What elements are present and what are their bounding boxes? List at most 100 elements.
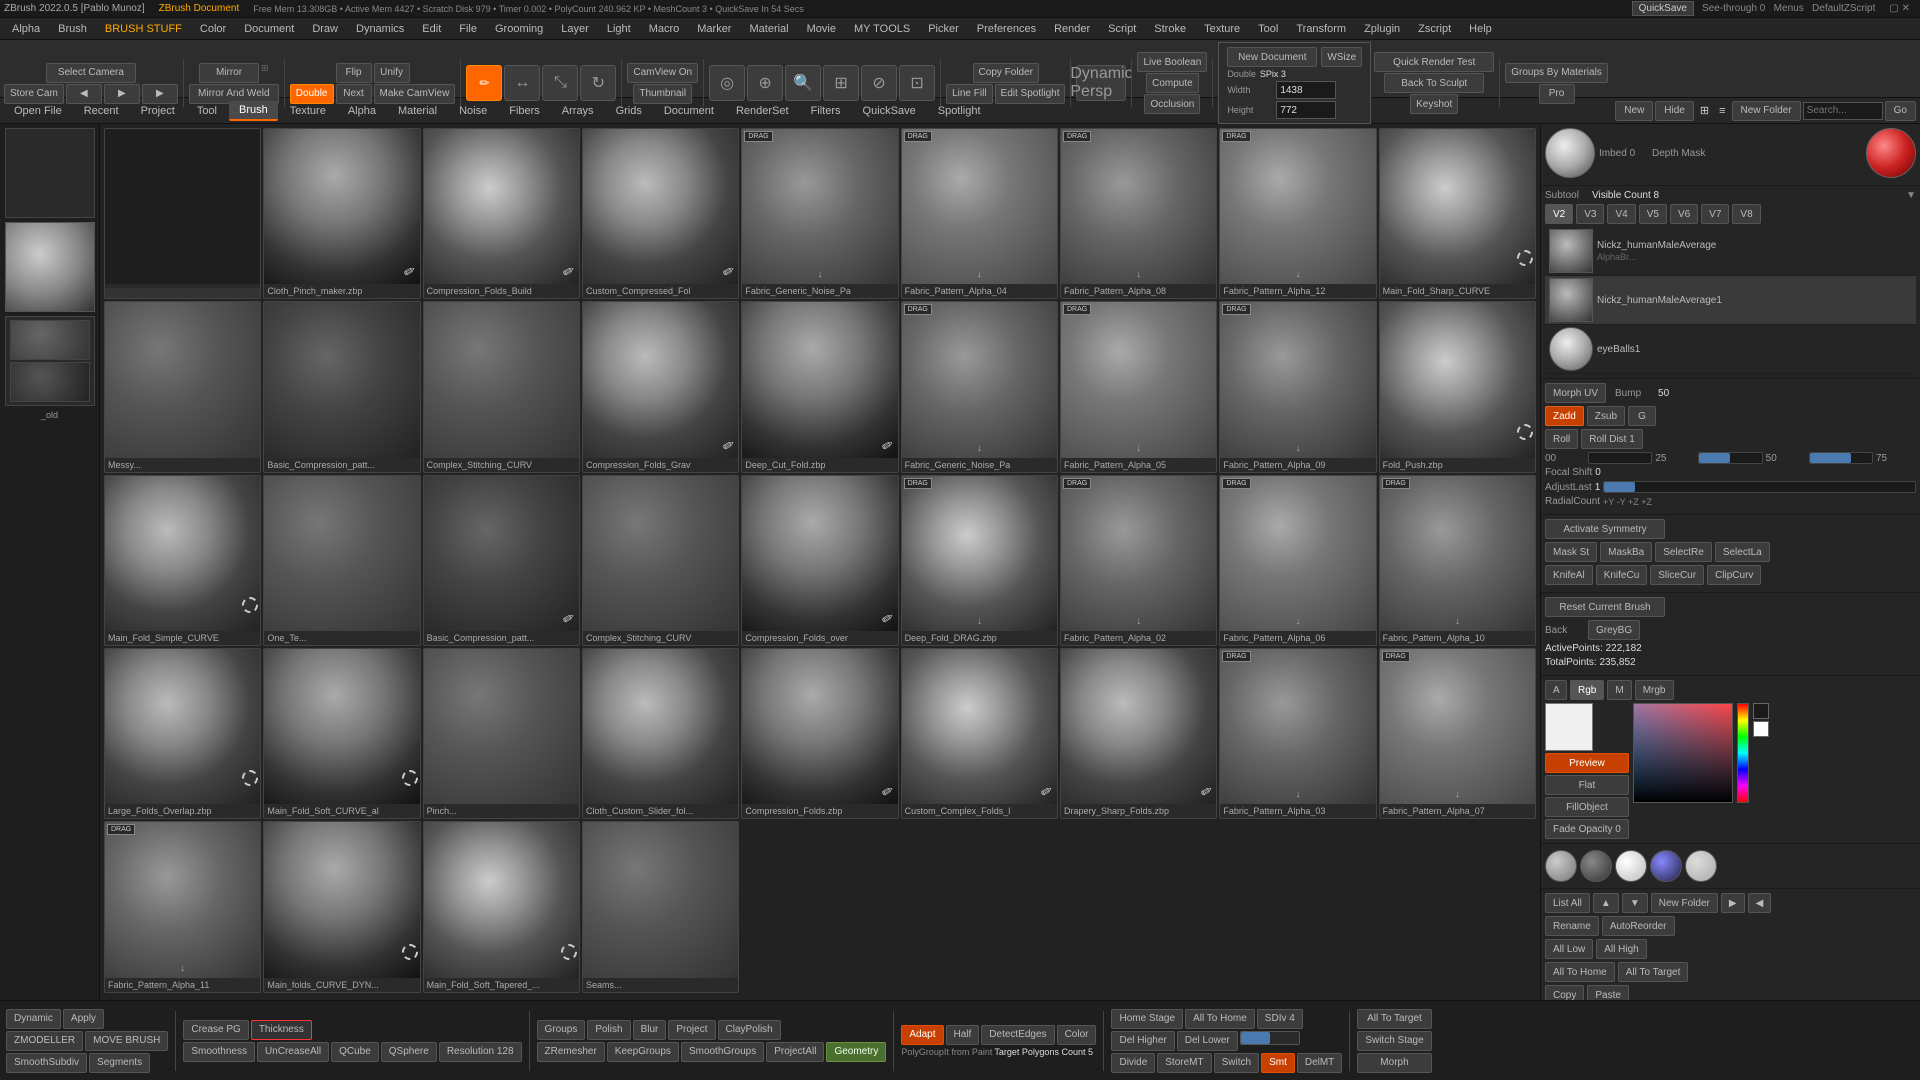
tab-open-file[interactable]: Open File [4,102,72,120]
brush-item-fabric_pattern_alpha_08[interactable]: DRAG↓Fabric_Pattern_Alpha_08 [1060,128,1217,299]
copy-folder-btn[interactable]: Copy Folder [973,63,1039,83]
view-toggle2-btn[interactable]: ≡ [1715,103,1729,119]
menu-preferences[interactable]: Preferences [969,21,1044,37]
selectr-btn[interactable]: SelectRe [1655,542,1712,562]
morph-uv-btn[interactable]: Morph UV [1545,383,1606,403]
zmodeller-btn[interactable]: ZMODELLER [6,1031,83,1051]
brush-item-seams[interactable]: Seams... [582,821,739,992]
brush-item-drapery_sharp[interactable]: ✏Drapery_Sharp_Folds.zbp [1060,648,1217,819]
brush-item-fabric_generic_noise_pa2[interactable]: DRAG↓Fabric_Generic_Noise_Pa [901,301,1058,472]
new-folder-btn[interactable]: New Folder [1651,893,1718,913]
smt-btn[interactable]: Smt [1261,1053,1295,1073]
tab-brush[interactable]: Brush [229,101,278,121]
slider-00[interactable] [1588,452,1652,464]
list-all-btn[interactable]: List All [1545,893,1590,913]
m-btn[interactable]: M [1607,680,1631,700]
brush-item-fabric_pattern_alpha_02[interactable]: DRAG↓Fabric_Pattern_Alpha_02 [1060,475,1217,646]
slicecur-btn[interactable]: SliceCur [1650,565,1704,585]
selectla-btn[interactable]: SelectLa [1715,542,1770,562]
preview-btn[interactable]: Preview [1545,753,1629,773]
arrow-up-btn[interactable]: ▲ [1593,893,1619,913]
menu-draw[interactable]: Draw [304,21,346,37]
next-btn[interactable]: Next [336,84,372,104]
mat-thumb-1[interactable] [1545,850,1577,882]
subtool-item-1[interactable]: Nickz_humanMaleAverage AlphaBr... [1545,227,1916,276]
brush-item-custom_complex_folds[interactable]: ✏Custom_Complex_Folds_l [901,648,1058,819]
qcube-btn[interactable]: QCube [331,1042,379,1062]
brush-item-main_folds_curve[interactable]: Main_folds_CURVE_DYN... [263,821,420,992]
sdiv-slider[interactable] [1240,1031,1300,1045]
black-swatch[interactable] [1753,703,1769,719]
prev-cam-btn[interactable]: ◀ [66,84,102,104]
brush-item-compression_folds_build[interactable]: ✏Compression_Folds_Build [423,128,580,299]
resolution-btn[interactable]: Resolution 128 [439,1042,522,1062]
fillobj-btn[interactable]: FillObject [1545,797,1629,817]
tab-noise[interactable]: Noise [449,102,497,120]
tab-renderset[interactable]: RenderSet [726,102,799,120]
fade-opacity-btn[interactable]: Fade Opacity 0 [1545,819,1629,839]
all-low-btn[interactable]: All Low [1545,939,1593,959]
tab-document[interactable]: Document [654,102,724,120]
brush-item-fabric_generic_noise_pa[interactable]: DRAG↓Fabric_Generic_Noise_Pa [741,128,898,299]
menu-render[interactable]: Render [1046,21,1098,37]
brush-item-compression_folds_zbp[interactable]: ✏Compression_Folds.zbp [741,648,898,819]
brush-item-fabric_pattern_alpha_05[interactable]: DRAG↓Fabric_Pattern_Alpha_05 [1060,301,1217,472]
half-btn[interactable]: Half [946,1025,980,1045]
maskba-btn[interactable]: MaskBa [1600,542,1652,562]
menu-edit[interactable]: Edit [414,21,449,37]
store-mt-btn[interactable]: StoreMT [1157,1053,1211,1073]
tab-tool[interactable]: Tool [187,102,227,120]
compute-btn[interactable]: Compute [1146,73,1199,93]
project-btn[interactable]: Project [668,1020,715,1040]
projectall-btn[interactable]: ProjectAll [766,1042,824,1062]
menu-help[interactable]: Help [1461,21,1500,37]
del-higher-btn[interactable]: Del Higher [1111,1031,1174,1051]
wsize-btn[interactable]: WSize [1321,47,1362,67]
color-btn[interactable]: Color [1057,1025,1097,1045]
quick-render-btn[interactable]: Quick Render Test [1374,52,1494,72]
view-toggle-btn[interactable]: ⊞ [1696,102,1713,119]
menu-picker[interactable]: Picker [920,21,967,37]
thumb-sphere1[interactable] [5,222,95,312]
reset-brush-btn[interactable]: Reset Current Brush [1545,597,1665,617]
menu-zscript[interactable]: Zscript [1410,21,1459,37]
divide-btn[interactable]: Divide [1111,1053,1155,1073]
tab-spotlight[interactable]: Spotlight [928,102,991,120]
tab-project[interactable]: Project [131,102,185,120]
subtool-item-3[interactable]: eyeBalls1 [1545,325,1916,374]
store-cam-btn[interactable]: Store Cam [4,84,64,104]
brush-item-fabric_pattern_alpha_03[interactable]: DRAG↓Fabric_Pattern_Alpha_03 [1219,648,1376,819]
brush-item-fabric_pattern_alpha_06[interactable]: DRAG↓Fabric_Pattern_Alpha_06 [1219,475,1376,646]
uncreaseall-btn[interactable]: UnCreaseAll [257,1042,329,1062]
smoothsubdiv-btn[interactable]: SmoothSubdiv [6,1053,87,1073]
v3-btn[interactable]: V3 [1576,204,1604,224]
double-btn[interactable]: Double [290,84,334,104]
greyBG-btn[interactable]: GreyBG [1588,620,1640,640]
g-btn[interactable]: G [1628,406,1656,426]
adjust-slider[interactable] [1603,481,1916,493]
rename-btn[interactable]: Rename [1545,916,1599,936]
activate-symmetry-btn[interactable]: Activate Symmetry [1545,519,1665,539]
menu-file[interactable]: File [451,21,485,37]
thickness-btn[interactable]: Thickness [251,1020,312,1040]
brush-item-compression_folds_over[interactable]: ✏Compression_Folds_over [741,475,898,646]
dynamic-btn[interactable]: Dynamic [6,1009,61,1029]
menu-marker[interactable]: Marker [689,21,739,37]
tab-texture[interactable]: Texture [280,102,336,120]
menu-light[interactable]: Light [599,21,639,37]
brush-item-basic_compression2[interactable]: ✏Basic_Compression_patt... [423,475,580,646]
brush-item-complex_stitching[interactable]: Complex_Stitching_CURV [423,301,580,472]
live-boolean-btn[interactable]: Live Boolean [1137,52,1207,72]
new-folder-brush-btn[interactable]: New Folder [1732,101,1801,121]
tab-grids[interactable]: Grids [606,102,652,120]
menu-dynamics[interactable]: Dynamics [348,21,412,37]
height-input[interactable] [1276,101,1336,119]
crease-pg-btn[interactable]: Crease PG [183,1020,248,1040]
switch-stage-btn[interactable]: Switch Stage [1357,1031,1431,1051]
move-brush-btn[interactable]: MOVE BRUSH [85,1031,168,1051]
keyshot-btn[interactable]: Keyshot [1410,94,1458,114]
knifeal-btn[interactable]: KnifeAl [1545,565,1593,585]
zadd-btn[interactable]: Zadd [1545,406,1584,426]
folder-arrow-btn[interactable]: ▶ [1721,893,1745,913]
slider-25[interactable] [1698,452,1762,464]
